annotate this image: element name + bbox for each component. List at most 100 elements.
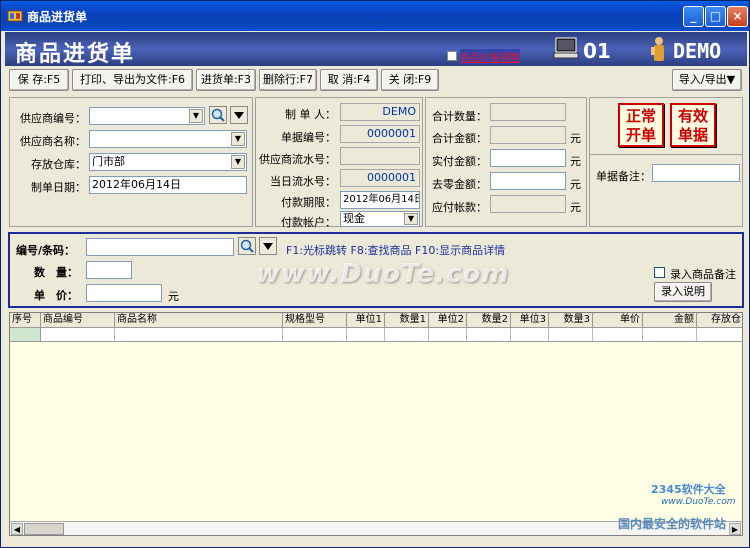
column-header[interactable]: 单位3 xyxy=(511,313,549,328)
price-unit: 元 xyxy=(168,290,179,303)
watermark-url: www.DuoTe.com xyxy=(661,497,736,507)
document-panel: 制 单 人： DEMO 单据编号： 0000001 供应商流水号： 当日流水号：… xyxy=(255,97,423,229)
column-header[interactable]: 单位1 xyxy=(347,313,385,328)
user-name: DEMO xyxy=(673,39,722,63)
app-icon xyxy=(7,10,23,22)
price-adjust-link[interactable]: 商品价格调整 xyxy=(460,49,520,64)
table-cell[interactable] xyxy=(643,328,697,341)
column-header[interactable]: 单位2 xyxy=(429,313,467,328)
column-header[interactable]: 数量2 xyxy=(467,313,511,328)
warehouse-select[interactable]: 门市部 ▼ xyxy=(89,153,247,171)
price-field[interactable] xyxy=(86,284,162,302)
status-panel: 正常 开单 有效 单据 单据备注： xyxy=(589,97,743,227)
column-header[interactable]: 数量1 xyxy=(385,313,429,328)
chevron-down-icon[interactable]: ▼ xyxy=(189,109,203,123)
print-export-button[interactable]: 打印、导出为文件:F6 xyxy=(72,69,193,91)
table-row[interactable] xyxy=(10,328,742,342)
column-header[interactable]: 序号 xyxy=(10,313,41,328)
date-field[interactable]: 2012年06月14日 xyxy=(89,176,247,194)
supplier-code-field[interactable]: ▼ xyxy=(89,107,205,125)
user-icon xyxy=(651,37,664,61)
save-button[interactable]: 保 存:F5 xyxy=(9,69,69,91)
search-icon[interactable] xyxy=(238,237,256,255)
column-header[interactable]: 商品编号 xyxy=(41,313,115,328)
valid-document-stamp: 有效 单据 xyxy=(670,103,716,147)
payable-unit: 元 xyxy=(570,201,581,214)
table-cell[interactable] xyxy=(283,328,347,341)
warehouse-value: 门市部 xyxy=(92,155,125,168)
supplier-panel: 供应商编号： ▼ 供应商名称： ▼ 存放仓库： 门市部 ▼ 制单日期： 2012年… xyxy=(9,97,253,227)
scroll-thumb[interactable] xyxy=(24,523,64,535)
chevron-down-icon[interactable]: ▼ xyxy=(231,132,245,146)
pay-account-select[interactable]: 现金 ▼ xyxy=(340,211,420,227)
table-cell[interactable] xyxy=(593,328,643,341)
scroll-left-icon[interactable]: ◀ xyxy=(11,523,23,535)
search-icon[interactable] xyxy=(209,106,227,124)
supplier-name-label: 供应商名称： xyxy=(20,135,86,148)
remark-field[interactable] xyxy=(652,164,740,182)
item-note-label: 录入商品备注 xyxy=(670,268,736,281)
rounding-field[interactable] xyxy=(490,172,566,190)
supplier-name-field[interactable]: ▼ xyxy=(89,130,247,148)
code-field[interactable] xyxy=(86,238,234,256)
table-cell[interactable] xyxy=(429,328,467,341)
column-header[interactable]: 商品名称 xyxy=(115,313,283,328)
watermark-site: 2345软件大全 xyxy=(651,483,726,496)
watermark-text: www.DuoTe.com xyxy=(256,259,510,289)
purchase-order-button[interactable]: 进货单:F3 xyxy=(196,69,256,91)
paid-field[interactable] xyxy=(490,149,566,167)
maximize-button[interactable]: □ xyxy=(705,6,726,27)
code-dropdown-icon[interactable] xyxy=(259,237,277,255)
chevron-down-icon[interactable]: ▼ xyxy=(404,213,418,225)
pay-due-label: 付款期限： xyxy=(281,196,336,209)
chevron-down-icon[interactable]: ▼ xyxy=(231,155,245,169)
table-cell[interactable] xyxy=(511,328,549,341)
normal-order-stamp: 正常 开单 xyxy=(618,103,664,147)
pay-account-label: 付款帐户： xyxy=(281,216,336,229)
table-header: 序号 商品编号 商品名称 规格型号 单位1 数量1 单位2 数量2 单位3 数量3 单价 金额 存放仓 xyxy=(10,313,742,328)
close-button[interactable]: 关 闭:F9 xyxy=(381,69,439,91)
scroll-right-icon[interactable]: ▶ xyxy=(729,523,741,535)
price-adjust-checkbox[interactable] xyxy=(447,51,457,61)
table-cell[interactable] xyxy=(697,328,742,341)
table-cell[interactable] xyxy=(347,328,385,341)
cancel-button[interactable]: 取 消:F4 xyxy=(320,69,378,91)
paid-label: 实付金额： xyxy=(432,155,487,168)
item-note-checkbox[interactable] xyxy=(654,267,665,278)
table-cell[interactable] xyxy=(549,328,593,341)
column-header[interactable]: 金额 xyxy=(643,313,697,328)
qty-field[interactable] xyxy=(86,261,132,279)
computer-icon xyxy=(553,37,579,59)
import-export-button[interactable]: 导入/导出▼ xyxy=(672,69,742,91)
delete-row-button[interactable]: 删除行:F7 xyxy=(259,69,317,91)
table-cell[interactable] xyxy=(385,328,429,341)
watermark-slogan: 国内最安全的软件站 xyxy=(618,517,727,531)
column-header[interactable]: 数量3 xyxy=(549,313,593,328)
minimize-button[interactable]: _ xyxy=(683,6,704,27)
price-label: 单 价： xyxy=(34,289,78,302)
table-cell[interactable] xyxy=(41,328,115,341)
divider xyxy=(590,154,742,155)
day-serial-field: 0000001 xyxy=(340,169,420,187)
table-cell[interactable] xyxy=(467,328,511,341)
pay-due-field[interactable]: 2012年06月14日 xyxy=(340,191,420,209)
window-title: 商品进货单 xyxy=(27,10,88,24)
shortcut-hints: F1:光标跳转 F8:查找商品 F10:显示商品详情 xyxy=(286,244,506,257)
totals-panel: 合计数量： 合计金额： 元 实付金额： 元 去零金额： 元 应付帐款： 元 xyxy=(425,97,587,227)
column-header[interactable]: 单价 xyxy=(593,313,643,328)
maker-field: DEMO xyxy=(340,103,420,121)
supplier-dropdown-icon[interactable] xyxy=(230,106,248,124)
close-window-button[interactable]: × xyxy=(727,6,748,27)
column-header[interactable]: 规格型号 xyxy=(283,313,347,328)
column-header[interactable]: 存放仓 xyxy=(697,313,742,328)
header-banner: 商品进货单 商品价格调整 01 DEMO xyxy=(5,32,747,67)
note-button[interactable]: 录入说明 xyxy=(654,282,712,302)
title-bar[interactable]: 商品进货单 _ □ × xyxy=(1,1,749,31)
doc-no-field: 0000001 xyxy=(340,125,420,143)
page-title: 商品进货单 xyxy=(15,41,136,67)
row-selector[interactable] xyxy=(10,328,41,341)
supplier-code-label: 供应商编号： xyxy=(20,112,86,125)
items-table[interactable]: 序号 商品编号 商品名称 规格型号 单位1 数量1 单位2 数量2 单位3 数量3 单价 金额 存放仓 … xyxy=(9,312,743,536)
table-cell[interactable] xyxy=(115,328,283,341)
doc-no-label: 单据编号： xyxy=(281,131,336,144)
